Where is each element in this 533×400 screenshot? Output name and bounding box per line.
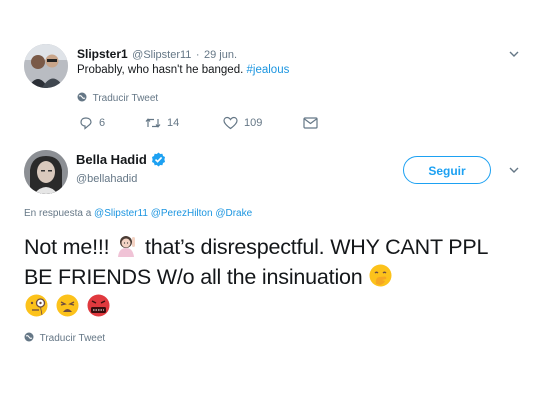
retweets-count: 14	[167, 117, 180, 129]
reply-translate-label: Traducir Tweet	[92, 93, 159, 104]
chevron-down-icon	[509, 51, 519, 57]
main-author-handle[interactable]: @bellahadid	[76, 173, 137, 185]
mention-drake[interactable]: @Drake	[215, 208, 252, 219]
reply-author-handle[interactable]: @Slipster11	[132, 49, 191, 61]
mention-slipster[interactable]: @Slipster11	[94, 208, 148, 219]
direct-message-action[interactable]	[303, 117, 324, 129]
main-more-chevron[interactable]	[507, 163, 521, 182]
retweet-icon	[145, 118, 161, 128]
reply-icon	[80, 117, 92, 130]
main-author-name[interactable]: Bella Hadid	[76, 152, 147, 167]
globe-icon	[24, 332, 34, 342]
chevron-down-icon	[509, 167, 519, 173]
verified-badge-icon	[151, 152, 165, 167]
reply-actions: 6 14 109	[79, 116, 350, 130]
hand-over-mouth-emoji	[369, 264, 392, 287]
slipster-avatar[interactable]	[24, 44, 68, 88]
replies-count: 6	[99, 117, 106, 129]
main-tweet-text-part1: Not me!!!	[24, 235, 110, 259]
reply-translate-link[interactable]: Traducir Tweet	[77, 92, 158, 104]
reply-more-chevron[interactable]	[507, 47, 521, 66]
main-tweet-text: Not me!!! that’s disrespectful. WHY CANT…	[24, 232, 504, 322]
main-translate-link[interactable]: Traducir Tweet	[24, 332, 105, 344]
weary-face-emoji	[56, 294, 79, 317]
envelope-icon	[303, 117, 318, 129]
reply-action[interactable]: 6	[79, 116, 109, 130]
reply-author-name[interactable]: Slipster1	[77, 47, 128, 61]
globe-icon	[77, 92, 87, 102]
reply-context: En respuesta a @Slipster11 @PerezHilton …	[24, 208, 252, 219]
separator-dot: ·	[195, 49, 200, 61]
reply-context-prefix: En respuesta a	[24, 208, 92, 219]
bella-avatar[interactable]	[24, 150, 68, 194]
heart-icon	[223, 116, 238, 130]
woman-raising-hand-emoji	[118, 236, 136, 257]
reply-tweet-text: Probably, who hasn't he banged.	[77, 64, 244, 76]
like-action[interactable]: 109	[223, 116, 277, 130]
follow-button[interactable]: Seguir	[403, 156, 491, 184]
main-translate-label: Traducir Tweet	[39, 333, 106, 344]
reply-date[interactable]: 29 jun.	[204, 49, 237, 61]
hashtag-link[interactable]: #jealous	[247, 64, 290, 76]
monocle-face-emoji	[25, 294, 48, 317]
retweet-action[interactable]: 14	[145, 116, 197, 130]
mention-perezhilton[interactable]: @PerezHilton	[151, 208, 213, 219]
cursing-face-emoji	[87, 294, 110, 317]
likes-count: 109	[244, 117, 263, 129]
